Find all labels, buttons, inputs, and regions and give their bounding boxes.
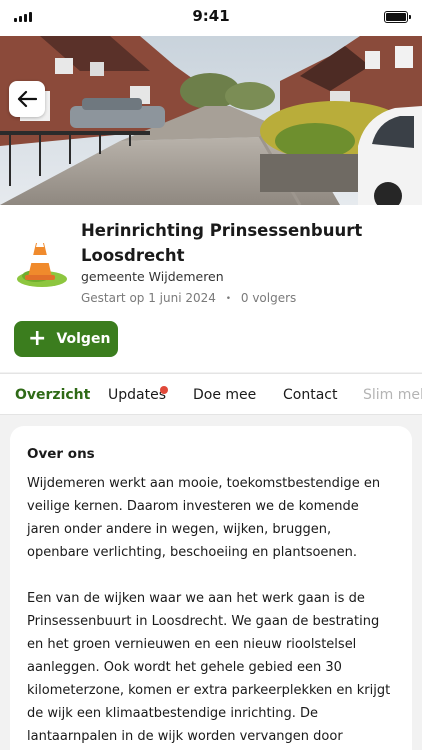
updates-badge — [160, 386, 168, 394]
about-paragraph: Wijdemeren werkt aan mooie, toekomstbest… — [27, 476, 381, 560]
follow-button[interactable]: + Volgen — [14, 321, 118, 357]
arrow-left-icon — [17, 90, 37, 108]
tab-slim-melden[interactable]: Slim melden — [363, 387, 422, 403]
about-heading: Over ons — [27, 446, 95, 462]
traffic-cone-icon — [14, 235, 70, 291]
about-paragraph: Een van de wijken waar we aan het werk g… — [27, 591, 391, 744]
status-bar: 9:41 — [0, 0, 422, 36]
tab-doe-mee[interactable]: Doe mee — [193, 387, 256, 403]
battery-icon — [384, 11, 411, 23]
back-button[interactable] — [9, 81, 45, 117]
tab-bar: Overzicht Updates Doe mee Contact Slim m… — [0, 373, 422, 415]
project-photo — [0, 36, 422, 205]
follow-button-label: Volgen — [56, 331, 111, 347]
organization-name[interactable]: gemeente Wijdemeren — [81, 269, 224, 284]
project-header: Herinrichting Prinsessenbuurt Loosdrecht… — [0, 205, 422, 372]
project-title: Herinrichting Prinsessenbuurt Loosdrecht — [81, 221, 363, 265]
plus-icon: + — [28, 326, 47, 351]
tab-overzicht[interactable]: Overzicht — [15, 387, 90, 403]
project-meta: Gestart op 1 juni 2024 • 0 volgers — [81, 291, 296, 305]
follower-count: 0 volgers — [240, 291, 297, 305]
tab-contact[interactable]: Contact — [283, 387, 337, 403]
about-card: Over ons Wijdemeren werkt aan mooie, toe… — [10, 426, 412, 750]
meta-separator: • — [225, 294, 232, 304]
status-time: 9:41 — [192, 7, 230, 25]
start-date: Gestart op 1 juni 2024 — [81, 291, 216, 305]
tab-updates[interactable]: Updates — [108, 387, 166, 403]
